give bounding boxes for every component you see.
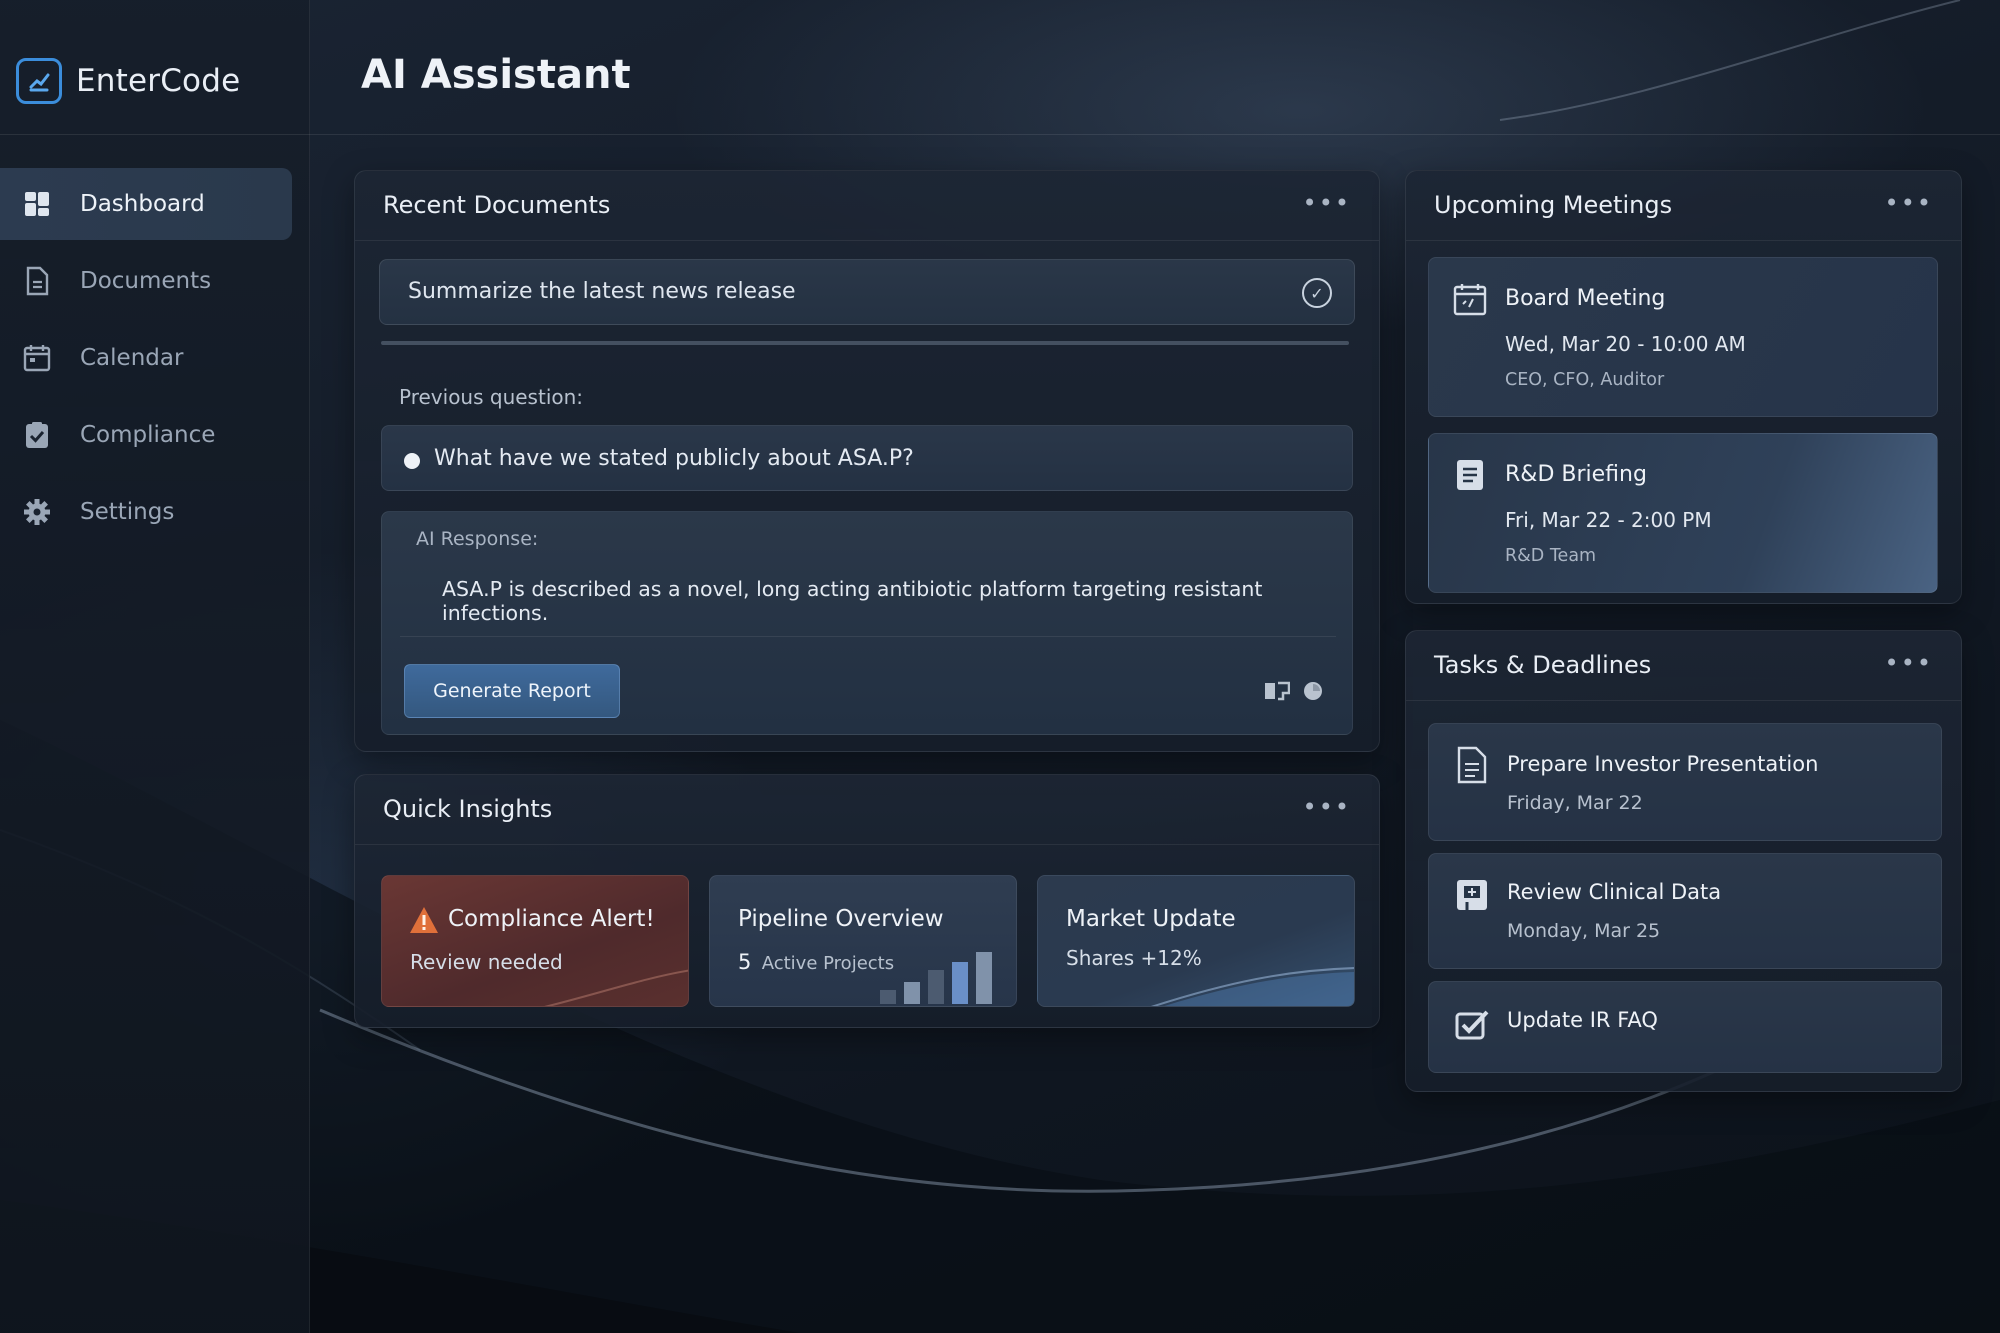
check-circle-icon[interactable]: ✓	[1302, 278, 1332, 308]
page-title: AI Assistant	[361, 52, 631, 98]
task-title: Prepare Investor Presentation	[1507, 752, 1819, 776]
pipeline-overview-card[interactable]: Pipeline Overview 5 Active Projects	[709, 875, 1017, 1007]
checklist-icon	[20, 418, 54, 452]
task-date: Friday, Mar 22	[1507, 792, 1643, 814]
previous-question-label: Previous question:	[399, 385, 584, 409]
meeting-item[interactable]: R&D Briefing Fri, Mar 22 - 2:00 PM R&D T…	[1428, 433, 1938, 593]
bar-chart-icon	[880, 952, 992, 1004]
document-icon	[1457, 460, 1483, 490]
document-icon	[1457, 746, 1487, 784]
tasks-deadlines-panel: Tasks & Deadlines ••• Prepare Investor P…	[1405, 630, 1962, 1092]
divider	[381, 341, 1349, 345]
ai-response-label: AI Response:	[416, 528, 539, 550]
panel-title: Tasks & Deadlines	[1434, 651, 1652, 679]
insight-subtitle: 5 Active Projects	[738, 950, 894, 974]
insight-title: Market Update	[1066, 906, 1236, 932]
panel-header: Tasks & Deadlines •••	[1406, 631, 1961, 701]
more-options-icon[interactable]: •••	[1303, 793, 1351, 821]
gear-icon	[20, 495, 54, 529]
panel-header: Quick Insights •••	[355, 775, 1379, 845]
task-title: Review Clinical Data	[1507, 880, 1722, 904]
meeting-attendees: R&D Team	[1505, 546, 1597, 566]
generate-report-button[interactable]: Generate Report	[404, 664, 620, 718]
task-item[interactable]: Prepare Investor Presentation Friday, Ma…	[1428, 723, 1942, 841]
upcoming-meetings-panel: Upcoming Meetings ••• Board Meeting Wed,…	[1405, 170, 1962, 604]
meeting-time: Wed, Mar 20 - 10:00 AM	[1505, 332, 1746, 356]
market-update-card[interactable]: Market Update Shares +12%	[1037, 875, 1355, 1007]
divider	[400, 636, 1336, 637]
compliance-alert-card[interactable]: Compliance Alert! Review needed	[381, 875, 689, 1007]
chat-bubble-icon[interactable]	[1300, 680, 1326, 702]
recent-documents-panel: Recent Documents ••• Summarize the lates…	[354, 170, 1380, 752]
brand-name: EnterCode	[76, 63, 241, 99]
brand[interactable]: EnterCode	[16, 56, 240, 106]
panel-title: Quick Insights	[383, 795, 553, 823]
panel-header: Recent Documents •••	[355, 171, 1379, 241]
task-item[interactable]: Update IR FAQ	[1428, 981, 1942, 1073]
quick-insights-panel: Quick Insights ••• Compliance Alert! Rev…	[354, 774, 1380, 1028]
clipboard-icon	[1457, 880, 1487, 910]
task-item[interactable]: Review Clinical Data Monday, Mar 25	[1428, 853, 1942, 969]
meeting-time: Fri, Mar 22 - 2:00 PM	[1505, 508, 1712, 532]
decorative-wave	[1150, 967, 1354, 1006]
calendar-icon	[20, 341, 54, 375]
meeting-item[interactable]: Board Meeting Wed, Mar 20 - 10:00 AM CEO…	[1428, 257, 1938, 417]
sidebar-nav: Dashboard Documents Calendar Compliance …	[0, 168, 310, 553]
insight-title: Pipeline Overview	[738, 906, 944, 932]
meeting-attendees: CEO, CFO, Auditor	[1505, 370, 1665, 390]
sidebar-item-settings[interactable]: Settings	[0, 476, 292, 548]
ai-response-text: ASA.P is described as a novel, long acti…	[442, 577, 1263, 625]
more-options-icon[interactable]: •••	[1885, 649, 1933, 677]
decorative-swoosh	[544, 969, 688, 1006]
panel-title: Recent Documents	[383, 191, 611, 219]
meeting-title: R&D Briefing	[1505, 462, 1647, 487]
query-input[interactable]: Summarize the latest news release ✓	[379, 259, 1355, 325]
previous-question-text: What have we stated publicly about ASA.P…	[434, 446, 914, 471]
more-options-icon[interactable]: •••	[1885, 189, 1933, 217]
document-icon	[20, 264, 54, 298]
previous-question[interactable]: What have we stated publicly about ASA.P…	[381, 425, 1353, 491]
entercode-logo-icon	[16, 58, 62, 104]
sidebar-item-label: Calendar	[80, 345, 184, 371]
panel-title: Upcoming Meetings	[1434, 191, 1673, 219]
sidebar-item-label: Compliance	[80, 422, 216, 448]
query-text: Summarize the latest news release	[408, 279, 796, 304]
header-divider	[0, 134, 2000, 135]
sidebar-item-documents[interactable]: Documents	[0, 245, 292, 317]
bullet-icon	[404, 453, 420, 469]
task-title: Update IR FAQ	[1507, 1008, 1658, 1032]
checkbox-icon	[1455, 1010, 1489, 1040]
sidebar-item-calendar[interactable]: Calendar	[0, 322, 292, 394]
sidebar-item-label: Documents	[80, 268, 212, 294]
sidebar-item-compliance[interactable]: Compliance	[0, 399, 292, 471]
task-date: Monday, Mar 25	[1507, 920, 1661, 942]
warning-icon	[410, 907, 438, 933]
sidebar-item-dashboard[interactable]: Dashboard	[0, 168, 292, 240]
sidebar-item-label: Dashboard	[80, 191, 205, 217]
insight-title: Compliance Alert!	[448, 906, 655, 932]
copy-icon[interactable]	[1264, 680, 1290, 702]
panel-header: Upcoming Meetings •••	[1406, 171, 1961, 241]
dashboard-icon	[20, 187, 54, 221]
active-projects-label: Active Projects	[761, 953, 895, 974]
sidebar: EnterCode Dashboard Documents Calendar C…	[0, 0, 310, 1333]
sidebar-item-label: Settings	[80, 499, 175, 525]
more-options-icon[interactable]: •••	[1303, 189, 1351, 217]
active-project-count: 5	[738, 950, 752, 974]
calendar-icon	[1453, 284, 1487, 316]
meeting-title: Board Meeting	[1505, 286, 1666, 311]
ai-response-box: AI Response: ASA.P is described as a nov…	[381, 511, 1353, 735]
